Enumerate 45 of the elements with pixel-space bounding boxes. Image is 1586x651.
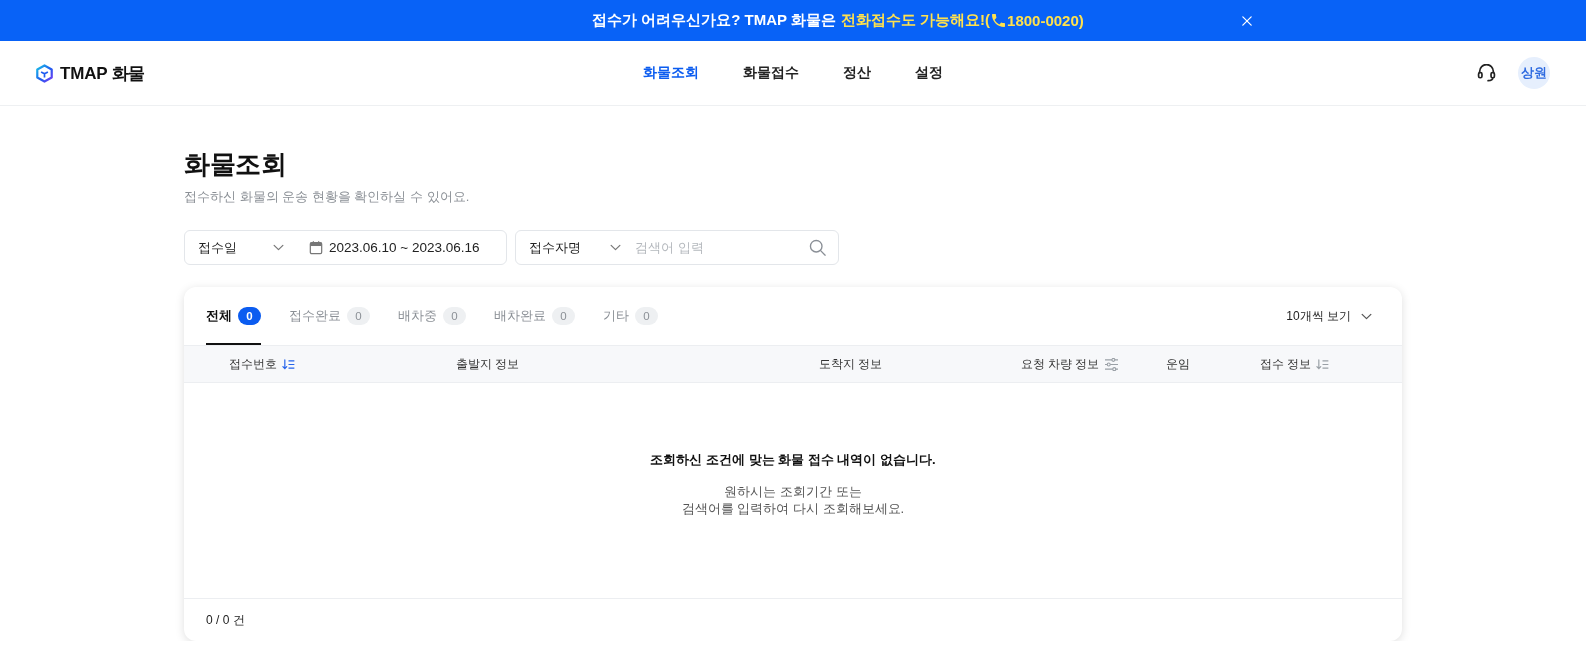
- search-icon: [809, 239, 826, 256]
- column-header: 접수 정보: [1260, 356, 1312, 372]
- hexagon-logo-icon: [36, 63, 53, 83]
- calendar-icon: [309, 240, 323, 255]
- logo-text: TMAP 화물: [60, 62, 146, 85]
- page-title: 화물조회: [184, 148, 288, 181]
- nav-link[interactable]: 정산: [841, 60, 873, 86]
- column-header: 운임: [1166, 356, 1190, 372]
- close-button[interactable]: [1242, 15, 1252, 26]
- count-badge: 0: [238, 307, 261, 325]
- chevron-down-icon: [1361, 312, 1372, 320]
- result-count: 0 / 0 건: [206, 611, 245, 629]
- column-header: 출발지 정보: [456, 356, 520, 372]
- headset-icon: [1477, 64, 1496, 82]
- empty-state-title: 조회하신 조건에 맞는 화물 접수 내역이 없습니다.: [650, 450, 936, 469]
- chevron-down-icon: [610, 244, 621, 251]
- page-subtitle: 접수하신 화물의 운송 현황을 확인하실 수 있어요.: [184, 188, 471, 206]
- date-type-select[interactable]: 접수일: [185, 231, 296, 264]
- nav-link[interactable]: 화물접수: [741, 60, 801, 86]
- column-header: 도착지 정보: [819, 356, 883, 372]
- phone-number: 1800-0020): [1007, 12, 1084, 29]
- count-badge: 0: [635, 307, 658, 325]
- column-header: 요청 차량 정보: [1021, 356, 1100, 372]
- avatar-button[interactable]: 상원: [1518, 57, 1550, 89]
- sort-icon[interactable]: [282, 358, 295, 370]
- page-size-select[interactable]: 10개씩 보기: [1286, 303, 1372, 329]
- sliders-icon[interactable]: [1104, 357, 1120, 371]
- search-filter-box[interactable]: 접수자명 검색어 입력: [515, 230, 839, 265]
- sort-icon[interactable]: [1316, 358, 1330, 370]
- close-icon: [1242, 15, 1252, 26]
- date-range-field[interactable]: 2023.06.10 ~ 2023.06.16: [296, 231, 490, 264]
- support-button[interactable]: [1477, 64, 1496, 82]
- phone-icon: [992, 14, 1006, 27]
- count-badge: 0: [347, 307, 370, 325]
- nav-link[interactable]: 화물조회: [641, 60, 701, 86]
- column-header: 접수번호: [229, 356, 277, 372]
- search-type-select[interactable]: 접수자명: [516, 231, 633, 264]
- nav-link[interactable]: 설정: [913, 60, 945, 86]
- count-badge: 0: [552, 307, 575, 325]
- search-input[interactable]: 검색어 입력: [633, 231, 801, 264]
- chevron-down-icon: [273, 244, 284, 251]
- banner-text: 접수가 어려우신가요? TMAP 화물은: [592, 11, 836, 30]
- count-badge: 0: [443, 307, 466, 325]
- empty-state-message: 원하시는 조회기간 또는 검색어를 입력하여 다시 조회해보세요.: [681, 482, 905, 517]
- banner-highlight: 전화접수도 가능해요!(: [840, 11, 991, 30]
